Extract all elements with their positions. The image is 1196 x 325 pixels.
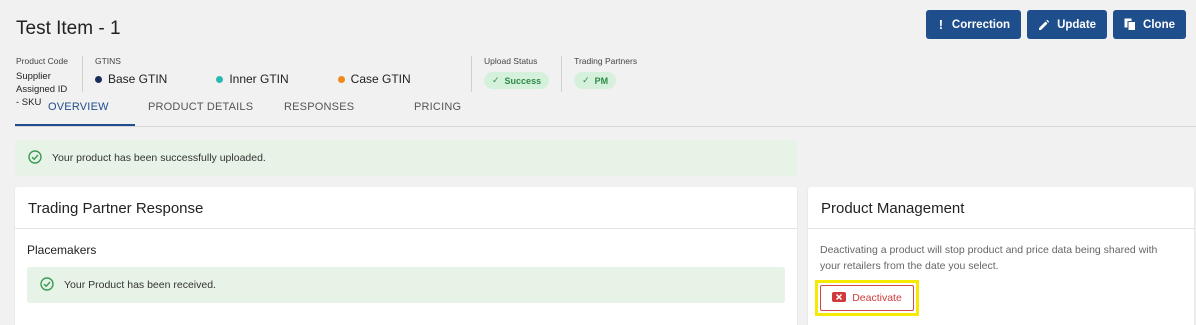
page-title: Test Item - 1 — [16, 18, 121, 39]
check-icon: ✓ — [492, 75, 500, 85]
tab-bar: OVERVIEW PRODUCT DETAILS RESPONSES PRICI… — [15, 97, 1196, 127]
deactivate-description: Deactivating a product will stop product… — [820, 244, 1158, 272]
product-code-label: Product Code — [16, 56, 68, 66]
tab-product-details[interactable]: PRODUCT DETAILS — [148, 101, 253, 113]
check-circle-icon — [40, 276, 54, 294]
partner-name: Placemakers — [27, 243, 97, 257]
clone-button[interactable]: Clone — [1113, 10, 1186, 39]
trading-partners-label: Trading Partners — [574, 56, 638, 66]
product-management-card: Product Management Deactivating a produc… — [808, 187, 1194, 325]
trading-partner-response-card: Trading Partner Response Placemakers You… — [15, 187, 797, 325]
trading-partner-badge[interactable]: ✓ PM — [574, 72, 617, 89]
alert-message: Your product has been successfully uploa… — [52, 152, 266, 164]
active-tab-indicator — [15, 124, 135, 126]
divider — [561, 56, 563, 92]
tab-pricing[interactable]: PRICING — [414, 101, 461, 113]
check-icon: ✓ — [582, 75, 590, 85]
update-button[interactable]: Update — [1027, 10, 1108, 39]
deactivate-button[interactable]: Deactivate — [820, 285, 914, 311]
upload-status-label: Upload Status — [484, 56, 538, 66]
dot-icon — [216, 75, 224, 83]
dot-icon — [337, 75, 345, 83]
response-message: Your Product has been received. — [64, 279, 216, 291]
partner-response-alert: Your Product has been received. — [27, 267, 785, 303]
check-circle-icon — [28, 149, 42, 167]
gtin-base: Base GTIN — [95, 72, 216, 86]
highlight-box: Deactivate — [815, 280, 919, 316]
pencil-icon — [1038, 19, 1050, 31]
divider — [82, 56, 83, 92]
tab-overview[interactable]: OVERVIEW — [48, 101, 109, 113]
divider — [471, 56, 472, 92]
gtins-label: GTINS — [95, 56, 121, 66]
card-title: Trading Partner Response — [15, 187, 797, 229]
action-toolbar: ! Correction Update Clone — [925, 10, 1186, 39]
upload-success-alert: Your product has been successfully uploa… — [15, 140, 797, 176]
gtin-case: Case GTIN — [337, 72, 459, 86]
close-icon — [832, 291, 847, 305]
tab-responses[interactable]: RESPONSES — [284, 101, 354, 113]
upload-status-badge: ✓ Success — [484, 72, 550, 89]
dot-icon — [95, 75, 102, 83]
correction-button[interactable]: ! Correction — [925, 10, 1022, 39]
copy-icon — [1124, 18, 1137, 31]
card-title: Product Management — [808, 187, 1194, 229]
gtin-inner: Inner GTIN — [216, 72, 337, 86]
exclamation-icon: ! — [938, 17, 944, 32]
